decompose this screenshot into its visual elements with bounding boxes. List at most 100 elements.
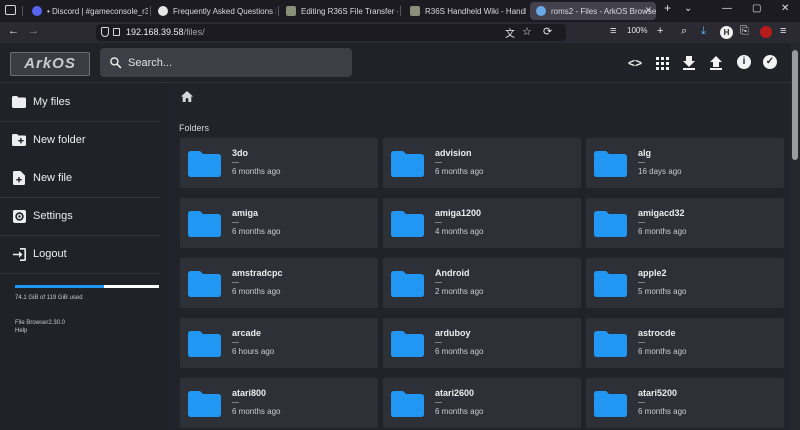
folder-name: atari2600	[435, 388, 475, 398]
folder-card[interactable]: alg —16 days ago	[586, 138, 784, 188]
browser-tab[interactable]: R36S Handheld Wiki - Handhel	[404, 2, 526, 20]
folder-card[interactable]: 3do —6 months ago	[180, 138, 378, 188]
url-bar[interactable]: 192.168.39.58/files/	[96, 24, 566, 41]
help-link[interactable]: Help	[15, 328, 27, 334]
search-icon[interactable]: ⌕	[681, 25, 687, 38]
folder-name: amigacd32	[638, 208, 685, 218]
folder-size: —	[232, 339, 239, 346]
app-menu-icon[interactable]: ≡	[780, 25, 786, 37]
browser-tab[interactable]: Frequently Asked Questions R	[152, 2, 276, 20]
maximize-button[interactable]: ▢	[752, 3, 761, 14]
folder-modified: 6 months ago	[638, 227, 687, 236]
tab-separator	[278, 6, 279, 16]
select-check-icon[interactable]: ✓	[763, 55, 777, 69]
zoom-in-icon[interactable]: +	[657, 25, 663, 37]
tab-overflow-chevron-icon[interactable]: ⌄	[684, 3, 692, 14]
lock-insecure-icon[interactable]	[113, 28, 120, 36]
forward-arrow-icon[interactable]: →	[28, 25, 39, 37]
folder-card[interactable]: arduboy —6 months ago	[383, 318, 581, 368]
browser-tab-active[interactable]: roms2 - Files - ArkOS Browse ✕	[530, 2, 656, 20]
exit-icon	[12, 247, 26, 261]
folder-card[interactable]: atari5200—6 months ago	[586, 378, 784, 428]
reload-icon[interactable]: ⟳	[543, 25, 552, 38]
ublock-icon[interactable]	[760, 26, 772, 38]
github-icon	[158, 6, 168, 16]
grid-view-icon[interactable]	[656, 57, 669, 70]
folder-icon	[594, 391, 627, 417]
folder-name: alg	[638, 148, 652, 158]
folder-card[interactable]: atari2600—6 months ago	[383, 378, 581, 428]
search-input[interactable]	[128, 48, 343, 77]
folder-card[interactable]: apple2—5 months ago	[586, 258, 784, 308]
scrollbar-thumb[interactable]	[792, 50, 798, 160]
folder-card[interactable]: amiga —6 months ago	[180, 198, 378, 248]
download-icon[interactable]	[683, 56, 695, 70]
folder-card[interactable]: arcade —6 hours ago	[180, 318, 378, 368]
download-icon[interactable]: ⤓	[701, 25, 706, 38]
settings-icon	[12, 209, 26, 223]
folder-icon	[391, 151, 424, 177]
folder-size: —	[232, 279, 239, 286]
folder-modified: 6 months ago	[435, 407, 484, 416]
minimize-button[interactable]: —	[722, 3, 732, 14]
shield-icon[interactable]	[101, 27, 109, 37]
folder-name: advision	[435, 148, 472, 158]
url-text[interactable]: 192.168.39.58/files/	[126, 27, 205, 37]
folder-card[interactable]: advision —6 months ago	[383, 138, 581, 188]
folder-modified: 6 months ago	[435, 347, 484, 356]
folder-name: amiga	[232, 208, 259, 218]
sidebar-item-new-folder[interactable]: New folder	[0, 121, 160, 159]
sidebar-item-logout[interactable]: Logout	[0, 235, 160, 273]
folder-icon	[188, 151, 221, 177]
folder-modified: 5 months ago	[638, 287, 687, 296]
tab-list-icon[interactable]	[5, 5, 16, 15]
folder-card[interactable]: astrocde —6 months ago	[586, 318, 784, 368]
folder-modified: 6 months ago	[638, 407, 687, 416]
folder-card[interactable]: atari800—6 months ago	[180, 378, 378, 428]
folders-section-title: Folders	[179, 123, 210, 133]
folder-card[interactable]: amigacd32—6 months ago	[586, 198, 784, 248]
info-icon[interactable]: i	[737, 55, 751, 69]
sidebar-item-settings[interactable]: Settings	[0, 197, 160, 235]
extensions-icon[interactable]: ⎘	[740, 25, 749, 38]
folder-size: —	[435, 219, 442, 226]
menu-lines-icon[interactable]: ≡	[610, 25, 616, 37]
folder-name: arduboy	[435, 328, 471, 338]
folder-card[interactable]: Android —2 months ago	[383, 258, 581, 308]
code-view-icon[interactable]: <>	[625, 53, 645, 73]
folder-size: —	[435, 279, 442, 286]
browser-tab[interactable]: • Discord | #gameconsole_r36s	[26, 2, 148, 20]
folder-card[interactable]: amstradcpc —6 months ago	[180, 258, 378, 308]
storage-usage-fill	[15, 285, 105, 288]
home-breadcrumb-icon[interactable]	[181, 91, 193, 102]
sidebar-item-my-files[interactable]: My files	[0, 83, 160, 121]
folder-size: —	[232, 159, 239, 166]
sidebar-item-new-file[interactable]: New file	[0, 159, 160, 197]
close-window-button[interactable]: ✕	[781, 3, 789, 14]
folder-name: amstradcpc	[232, 268, 283, 278]
storage-usage-text: 74.1 GiB of 119 GiB used	[15, 295, 83, 301]
search-box[interactable]	[100, 48, 352, 77]
bookmark-star-icon[interactable]: ☆	[522, 25, 532, 38]
folder-size: —	[638, 159, 645, 166]
folder-card[interactable]: amiga1200—4 months ago	[383, 198, 581, 248]
translate-icon[interactable]: 文	[505, 25, 515, 40]
folder-size: —	[232, 219, 239, 226]
arkos-logo[interactable]: ArkOS	[10, 52, 90, 76]
folder-icon	[594, 211, 627, 237]
zoom-level[interactable]: 100%	[627, 26, 647, 35]
folder-icon	[188, 391, 221, 417]
folder-name: atari5200	[638, 388, 678, 398]
version-text: File Browser2.30.0	[15, 320, 66, 326]
folder-icon	[391, 391, 424, 417]
browser-tab[interactable]: Editing R36S File Transfer - Ha	[280, 2, 398, 20]
close-tab-icon[interactable]: ✕	[644, 5, 652, 16]
folder-icon	[188, 271, 221, 297]
folder-size: —	[638, 279, 645, 286]
folder-size: —	[638, 399, 645, 406]
back-arrow-icon[interactable]: ←	[8, 25, 19, 37]
upload-icon[interactable]	[710, 56, 722, 70]
new-tab-button[interactable]: +	[664, 1, 671, 15]
extension-h-icon[interactable]: H	[720, 26, 733, 39]
folder-icon	[188, 211, 221, 237]
